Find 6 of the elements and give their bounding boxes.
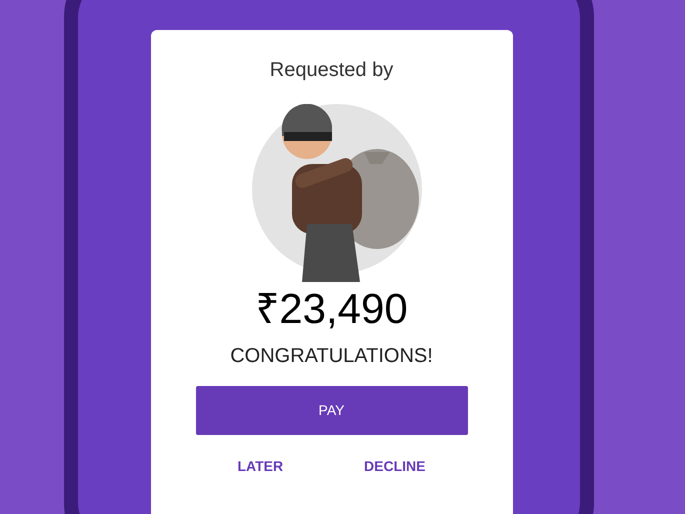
- card-title: Requested by: [270, 60, 394, 80]
- text-button[interactable]: DECLINE: [364, 459, 426, 473]
- pay-button[interactable]: PAY: [196, 386, 468, 435]
- message: CONGRATULATIONS!: [230, 346, 433, 366]
- amount: ₹23,490: [255, 288, 408, 330]
- text-button[interactable]: LATER: [238, 459, 284, 473]
